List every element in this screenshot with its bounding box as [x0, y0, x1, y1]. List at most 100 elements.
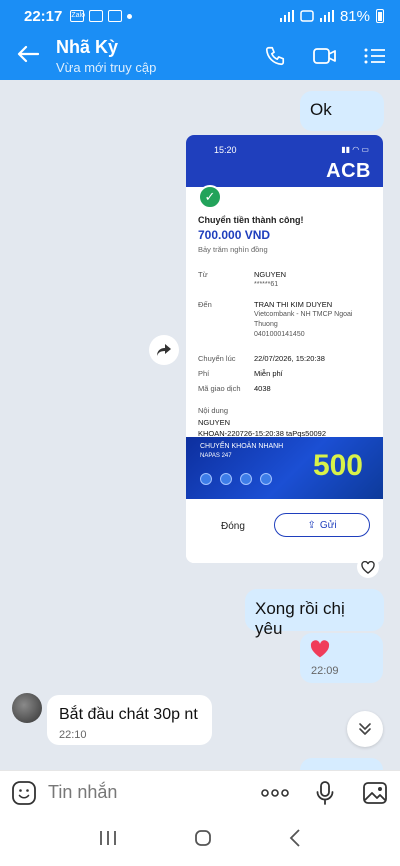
- receipt-success: Chuyển tiền thành công!: [198, 215, 304, 225]
- battery-percent: 81%: [339, 7, 370, 25]
- receipt-code-label: Mã giao dịch: [198, 384, 241, 393]
- receipt-fee-value: Miễn phí: [254, 369, 283, 378]
- receipt-to-bank: Vietcombank - NH TMCP Ngoai Thuong: [254, 311, 353, 328]
- receipt-row-code: Mã giao dịch 4038: [198, 384, 371, 394]
- share-button[interactable]: [149, 335, 179, 365]
- recent-apps-button[interactable]: [99, 830, 117, 851]
- message-text: Bắt đầu chát 30p nt: [59, 706, 198, 723]
- gallery-notification-icon: [89, 10, 104, 22]
- mic-icon: [316, 780, 334, 805]
- receipt-content-line1: NGUYEN: [198, 418, 231, 427]
- battery-icon: [376, 9, 384, 23]
- receipt-time-label: Chuyển lúc: [198, 354, 236, 363]
- contact-name: Nhã Kỳ: [56, 37, 119, 57]
- send-share-icon: ⇪: [307, 519, 316, 531]
- receipt-fee-label: Phí: [198, 369, 210, 378]
- emoji-icon: [12, 780, 36, 805]
- zalo-notification-icon: Zalo: [70, 10, 85, 22]
- receipt-amount-words: Bảy trăm nghìn đồng: [198, 245, 268, 254]
- message-input[interactable]: Tin nhắn: [48, 782, 250, 803]
- receipt-row-fee: Phí Miễn phí: [198, 369, 371, 379]
- status-bar: 22:17 Zalo 81%: [0, 0, 400, 32]
- video-icon: [313, 48, 336, 64]
- avatar[interactable]: [12, 693, 42, 723]
- banner-badge-icon: [260, 473, 272, 485]
- options-button[interactable]: [350, 47, 400, 65]
- banner-title: CHUYỂN KHOẢN NHANH: [200, 443, 284, 450]
- receipt-send-label: Gửi: [319, 519, 337, 531]
- receipt-from-label: Từ: [198, 270, 208, 279]
- image-icon: [363, 781, 387, 804]
- recent-apps-icon: [99, 830, 116, 845]
- system-nav-bar: [0, 814, 400, 866]
- message-input-bar: Tin nhắn: [0, 770, 400, 814]
- receipt-send-button: ⇪ Gửi: [274, 513, 370, 537]
- receipt-from-account: ******61: [254, 281, 279, 288]
- receipt-to-account: 0401000141450: [254, 331, 305, 338]
- more-notifications-dot-icon: [127, 13, 133, 19]
- receipt-header: 15:20 ▮▮ ◠ ▭ ACB: [186, 135, 383, 187]
- more-button[interactable]: [250, 788, 300, 797]
- message-bubble-ok[interactable]: Ok: [300, 91, 384, 131]
- signal-icon: [279, 10, 294, 22]
- message-bubble-partial: [300, 758, 383, 770]
- heart-icon: [310, 640, 330, 658]
- nav-back-button[interactable]: [289, 828, 301, 852]
- message-bubble-done[interactable]: Xong rồi chị yêu: [245, 589, 384, 638]
- success-check-icon: ✓: [198, 185, 222, 209]
- chat-header: Nhã Kỳ Vừa mới truy cập: [0, 32, 400, 80]
- heart-outline-icon: [361, 560, 375, 574]
- status-time: 22:17: [24, 7, 63, 25]
- contact-status: Vừa mới truy cập: [56, 60, 157, 75]
- scroll-to-bottom-button[interactable]: [347, 711, 383, 747]
- photo-notification-icon: [108, 10, 123, 22]
- receipt-footer: Đóng ⇪ Gửi: [186, 499, 383, 563]
- receipt-phone-time: 15:20: [214, 145, 237, 155]
- chat-area[interactable]: Ok 15:20 ▮▮ ◠ ▭ ACB ✓ Chuyển tiền thành …: [0, 80, 400, 770]
- receipt-amount: 700.000 VND: [198, 228, 271, 242]
- receipt-from-name: NGUYEN: [254, 270, 287, 279]
- wifi-icon: [300, 10, 314, 22]
- reaction-button[interactable]: [357, 556, 379, 578]
- banner-badge-icon: [240, 473, 252, 485]
- message-bubble-incoming[interactable]: Bắt đầu chát 30p nt 22:10: [47, 695, 212, 745]
- home-button[interactable]: [194, 829, 212, 852]
- signal-icon-2: [319, 10, 334, 22]
- message-bubble-heart[interactable]: 22:09: [300, 633, 383, 683]
- banner-badge-icon: [200, 473, 212, 485]
- phone-icon: [265, 46, 285, 66]
- contact-info[interactable]: Nhã Kỳ Vừa mới truy cập: [56, 37, 250, 75]
- status-notification-icons: Zalo: [70, 10, 133, 22]
- message-time: 22:09: [311, 665, 339, 677]
- receipt-code-value: 4038: [254, 384, 271, 393]
- back-button[interactable]: [0, 42, 56, 70]
- receipt-row-from: Từ NGUYEN ******61: [198, 270, 371, 290]
- emoji-button[interactable]: [0, 780, 48, 806]
- receipt-to-label: Đến: [198, 300, 212, 309]
- receipt-row-time: Chuyển lúc 22/07/2026, 15:20:38: [198, 354, 371, 364]
- banner-number: 500: [312, 449, 363, 482]
- chevron-left-icon: [290, 828, 300, 847]
- napas-banner: CHUYỂN KHOẢN NHANH NAPAS 247 500: [186, 437, 383, 499]
- receipt-time-value: 22/07/2026, 15:20:38: [254, 354, 325, 363]
- message-time: 22:10: [59, 729, 87, 741]
- receipt-close-button: Đóng: [221, 521, 245, 532]
- chevrons-down-icon: [359, 723, 371, 735]
- banner-badge-icon: [220, 473, 232, 485]
- share-forward-icon: [157, 344, 171, 356]
- voice-button[interactable]: [300, 780, 350, 805]
- menu-list-icon: [364, 48, 385, 64]
- video-call-button[interactable]: [300, 46, 350, 66]
- more-icon: [261, 788, 289, 797]
- receipt-signal-icon: ▮▮ ◠ ▭: [341, 145, 369, 154]
- message-text: Ok: [310, 100, 332, 119]
- transfer-receipt-image[interactable]: 15:20 ▮▮ ◠ ▭ ACB ✓ Chuyển tiền thành côn…: [186, 135, 383, 563]
- receipt-to-name: TRAN THI KIM DUYEN: [254, 300, 333, 309]
- acb-logo: ACB: [326, 160, 371, 182]
- receipt-content-label: Nội dung: [198, 406, 229, 415]
- image-button[interactable]: [350, 781, 400, 805]
- banner-sub: NAPAS 247: [200, 453, 232, 459]
- back-arrow-icon: [17, 45, 40, 63]
- call-button[interactable]: [250, 45, 300, 67]
- status-right: 81%: [279, 7, 384, 25]
